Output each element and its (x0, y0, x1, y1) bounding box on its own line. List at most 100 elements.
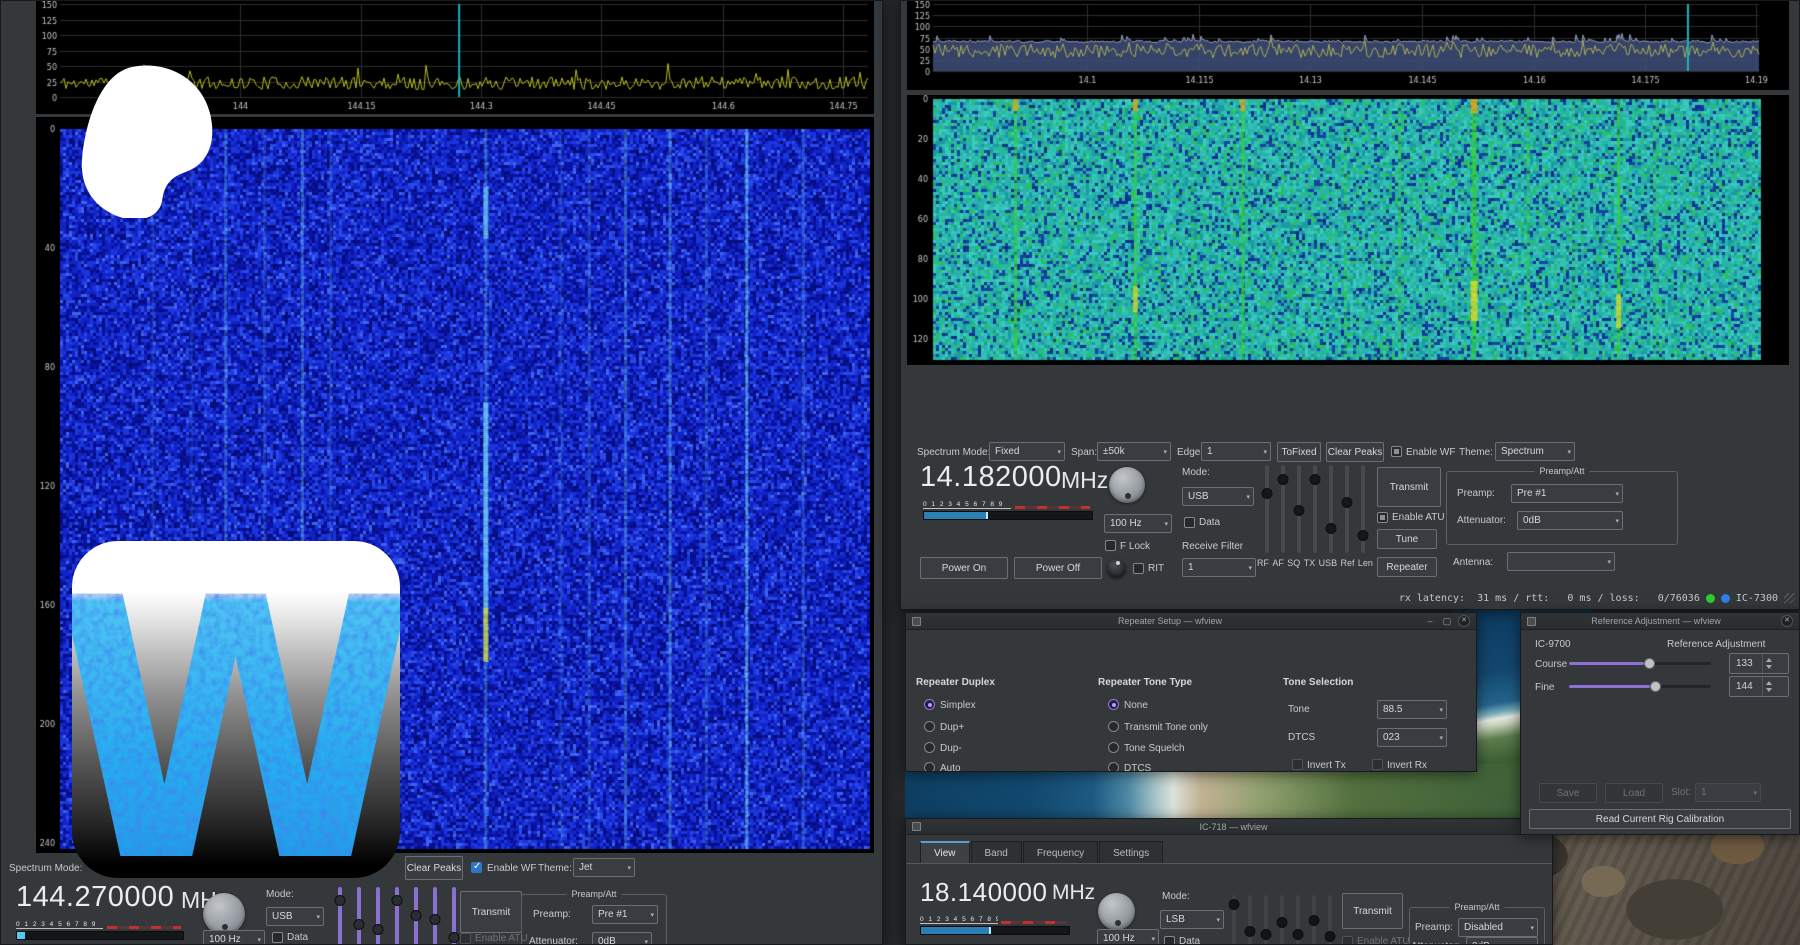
edge-select[interactable]: 1 (1201, 442, 1271, 461)
data-checkbox[interactable] (272, 932, 283, 943)
span-select[interactable]: ±50k (1097, 442, 1171, 461)
enable-atu-checkbox[interactable] (1377, 512, 1388, 523)
clear-peaks-button[interactable]: Clear Peaks (405, 856, 463, 880)
invert-tx-checkbox[interactable] (1292, 759, 1303, 770)
slider-handle[interactable] (1644, 658, 1655, 669)
frequency-display[interactable]: 14.182000 (920, 461, 1062, 494)
vertical-slider[interactable] (391, 887, 403, 945)
vertical-slider[interactable] (1309, 465, 1321, 553)
invert-rx-checkbox[interactable] (1372, 759, 1383, 770)
slot-select[interactable]: 1 (1695, 783, 1761, 802)
vertical-slider[interactable] (372, 887, 384, 945)
fine-spinbox[interactable]: 144 (1729, 676, 1789, 697)
restore-icon[interactable]: ▢ (1441, 615, 1453, 627)
attenuator-select[interactable]: 0dB (592, 932, 652, 945)
spin-arrows-icon[interactable] (1762, 654, 1775, 673)
theme-select[interactable]: Spectrum (1495, 442, 1575, 461)
vertical-slider[interactable] (1260, 895, 1272, 945)
radio-none[interactable] (1108, 699, 1119, 710)
tab-settings[interactable]: Settings (1099, 841, 1163, 864)
power-off-button[interactable]: Power Off (1014, 557, 1102, 579)
close-icon[interactable]: ✕ (1458, 615, 1470, 627)
waterfall-plot[interactable] (907, 95, 1789, 365)
theme-select[interactable]: Jet (573, 858, 635, 877)
vertical-slider[interactable] (1228, 895, 1240, 945)
data-checkbox[interactable] (1184, 517, 1195, 528)
course-spinbox[interactable]: 133 (1729, 653, 1789, 674)
vertical-slider[interactable] (1276, 895, 1288, 945)
vertical-slider[interactable] (1293, 465, 1305, 553)
load-button[interactable]: Load (1605, 783, 1663, 803)
antenna-select[interactable] (1507, 552, 1615, 571)
close-icon[interactable]: ✕ (1781, 615, 1793, 627)
vertical-slider[interactable] (1324, 895, 1336, 945)
tab-view[interactable]: View (920, 841, 970, 864)
vertical-slider[interactable] (448, 887, 460, 945)
preamp-select[interactable]: Pre #1 (1511, 484, 1623, 503)
attenuator-select[interactable]: 0dB (1466, 937, 1538, 945)
rit-knob[interactable] (1107, 559, 1126, 578)
vertical-slider[interactable] (334, 887, 346, 945)
receive-filter-select[interactable]: 1 (1182, 558, 1256, 577)
save-button[interactable]: Save (1539, 783, 1597, 803)
rit-checkbox[interactable] (1133, 563, 1144, 574)
mode-select[interactable]: LSB (1160, 910, 1224, 929)
power-on-button[interactable]: Power On (920, 557, 1008, 579)
tofixed-button[interactable]: ToFixed (1277, 442, 1321, 462)
radio-dtcs[interactable] (1108, 762, 1119, 772)
vertical-slider[interactable] (1292, 895, 1304, 945)
mode-select[interactable]: USB (266, 907, 324, 926)
tone-select[interactable]: 88.5 (1377, 700, 1447, 719)
radio-transmit-tone[interactable] (1108, 721, 1119, 732)
transmit-button[interactable]: Transmit (1377, 467, 1441, 507)
vertical-slider[interactable] (1277, 465, 1289, 553)
tuning-step-select[interactable]: 100 Hz (1104, 514, 1172, 533)
titlebar[interactable]: IC-718 — wfview (906, 819, 1552, 835)
enable-wf-checkbox[interactable] (471, 862, 482, 873)
spectrum-plot[interactable] (907, 1, 1789, 90)
spectrum-mode-select[interactable]: Fixed (989, 442, 1065, 461)
tuning-step-select[interactable]: 100 Hz (203, 930, 265, 945)
f-lock-checkbox[interactable] (1105, 540, 1116, 551)
frequency-display[interactable]: 144.270000 (16, 881, 174, 914)
data-checkbox[interactable] (1164, 936, 1175, 945)
vertical-slider[interactable] (410, 887, 422, 945)
radio-dup-minus[interactable] (924, 742, 935, 753)
enable-atu-checkbox[interactable] (1342, 936, 1353, 945)
course-slider[interactable] (1569, 657, 1711, 670)
vertical-slider[interactable] (1244, 895, 1256, 945)
mode-select[interactable]: USB (1182, 487, 1254, 506)
repeater-button[interactable]: Repeater (1377, 557, 1437, 577)
transmit-button[interactable]: Transmit (1342, 893, 1403, 929)
radio-dup-plus[interactable] (924, 721, 935, 732)
clear-peaks-button[interactable]: Clear Peaks (1326, 442, 1384, 462)
radio-auto[interactable] (924, 762, 935, 772)
vertical-slider[interactable] (1325, 465, 1337, 553)
slider-handle[interactable] (1650, 681, 1661, 692)
radio-tone-squelch[interactable] (1108, 742, 1119, 753)
tuning-step-select[interactable]: 100 Hz (1097, 929, 1159, 945)
preamp-select[interactable]: Disabled (1458, 918, 1538, 937)
dtcs-select[interactable]: 023 (1377, 728, 1447, 747)
titlebar[interactable]: Reference Adjustment — wfview ✕ (1521, 613, 1799, 630)
preamp-select[interactable]: Pre #1 (592, 905, 658, 924)
frequency-display[interactable]: 18.140000 (920, 877, 1047, 908)
vertical-slider[interactable] (353, 887, 365, 945)
vertical-slider[interactable] (1341, 465, 1353, 553)
vertical-slider[interactable] (1261, 465, 1273, 553)
radio-simplex[interactable] (924, 699, 935, 710)
enable-atu-checkbox[interactable] (460, 933, 471, 944)
tuning-knob[interactable] (1109, 467, 1145, 503)
enable-wf-checkbox[interactable] (1391, 446, 1402, 457)
tab-frequency[interactable]: Frequency (1023, 841, 1098, 864)
vertical-slider[interactable] (429, 887, 441, 945)
titlebar[interactable]: Repeater Setup — wfview – ▢ ✕ (906, 613, 1476, 630)
tune-button[interactable]: Tune (1377, 529, 1437, 549)
transmit-button[interactable]: Transmit (460, 891, 522, 933)
vertical-slider[interactable] (1308, 895, 1320, 945)
tuning-knob[interactable] (203, 893, 245, 935)
tuning-knob[interactable] (1098, 893, 1135, 930)
vertical-slider[interactable] (1357, 465, 1369, 553)
attenuator-select[interactable]: 0dB (1517, 511, 1623, 530)
resize-grip[interactable] (1784, 593, 1795, 604)
